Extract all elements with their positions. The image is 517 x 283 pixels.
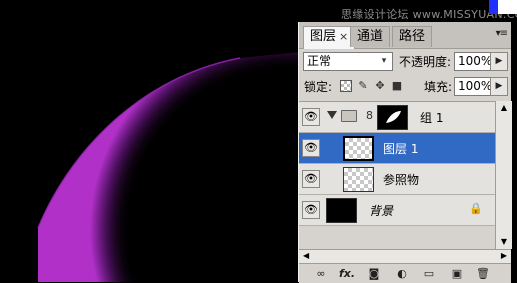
mask-leaf-shape <box>386 111 401 123</box>
opacity-slider-button[interactable]: ▶ <box>490 52 508 71</box>
trash-icon[interactable]: 🗑 <box>475 266 491 281</box>
layers-panel: 图层 × 通道 路径 ▾≡ 正常 ▾ 不透明度: 100% ▶ 锁定: ✎ ✥ ■… <box>298 22 512 283</box>
vertical-scrollbar[interactable]: ▲ ▼ <box>495 101 512 249</box>
horizontal-scrollbar[interactable]: ◀ ▶ <box>299 249 511 264</box>
scroll-down-icon[interactable]: ▼ <box>498 236 510 248</box>
fx-icon[interactable]: fx. <box>339 266 355 281</box>
chain-icon[interactable]: 8 <box>366 109 373 122</box>
layer-row-reference[interactable]: 👁 参照物 <box>299 164 495 195</box>
scroll-left-icon[interactable]: ◀ <box>303 251 309 260</box>
petal-shape <box>38 52 300 282</box>
window-edge-white <box>498 0 517 14</box>
folder-icon <box>341 110 357 122</box>
chevron-down-icon[interactable]: ▾ <box>377 54 391 69</box>
eye-icon[interactable]: 👁 <box>302 108 320 126</box>
scroll-up-icon[interactable]: ▲ <box>498 102 510 114</box>
add-mask-icon[interactable]: ◙ <box>366 266 382 281</box>
new-group-icon[interactable]: ▭ <box>421 266 437 281</box>
layer-row-layer-1[interactable]: 👁 图层 1 <box>299 133 495 164</box>
blend-mode-value: 正常 <box>307 54 332 68</box>
close-icon[interactable]: × <box>339 30 348 43</box>
layer-row-group-1[interactable]: 👁 8 组 1 <box>299 102 495 133</box>
scroll-right-icon[interactable]: ▶ <box>501 251 507 260</box>
mask-thumbnail[interactable] <box>377 105 408 130</box>
lock-icon: 🔒 <box>469 202 483 215</box>
lock-all-icon[interactable]: ■ <box>391 80 403 92</box>
lock-move-icon[interactable]: ✥ <box>374 80 386 92</box>
layer-thumbnail[interactable] <box>343 167 374 192</box>
opacity-input[interactable]: 100% <box>454 52 492 71</box>
eye-icon[interactable]: 👁 <box>302 201 320 219</box>
expand-triangle-icon[interactable] <box>327 111 337 119</box>
layer-name-group: 组 1 <box>420 111 444 125</box>
eye-icon[interactable]: 👁 <box>302 139 320 157</box>
adjustment-layer-icon[interactable]: ◐ <box>394 266 410 281</box>
tab-layers-label: 图层 <box>310 29 337 44</box>
fill-slider-button[interactable]: ▶ <box>490 77 508 96</box>
panel-bottom-toolbar: ∞ fx. ◙ ◐ ▭ ▣ 🗑 <box>299 263 511 283</box>
new-layer-icon[interactable]: ▣ <box>449 266 465 281</box>
layers-list: 👁 8 组 1 👁 图层 1 👁 参照物 👁 背景 🔒 <box>299 101 495 250</box>
tab-layers[interactable]: 图层 × <box>303 26 356 49</box>
blend-opacity-row: 正常 ▾ 不透明度: 100% ▶ <box>299 50 511 74</box>
blend-mode-select[interactable]: 正常 ▾ <box>303 52 393 71</box>
link-layers-icon[interactable]: ∞ <box>313 266 329 281</box>
fill-label: 填充: <box>424 80 453 94</box>
eye-icon[interactable]: 👁 <box>302 170 320 188</box>
lock-fill-row: 锁定: ✎ ✥ ■ 填充: 100% ▶ <box>299 76 511 98</box>
tab-channels[interactable]: 通道 <box>350 26 391 47</box>
layer-name-reference: 参照物 <box>383 173 420 187</box>
tab-paths[interactable]: 路径 <box>392 26 433 47</box>
opacity-label: 不透明度: <box>399 55 452 69</box>
layer-name-layer-1: 图层 1 <box>383 142 419 156</box>
panel-menu-icon[interactable]: ▾≡ <box>496 28 508 39</box>
window-edge-blue <box>489 0 498 14</box>
panel-tabs: 图层 × 通道 路径 ▾≡ <box>299 22 511 49</box>
lock-label: 锁定: <box>304 80 333 94</box>
layer-thumbnail[interactable] <box>343 136 374 161</box>
layer-row-background[interactable]: 👁 背景 🔒 <box>299 195 495 226</box>
fill-input[interactable]: 100% <box>454 77 492 96</box>
lock-transparency-icon[interactable] <box>340 80 352 92</box>
layer-name-background: 背景 <box>369 204 394 218</box>
lock-paint-icon[interactable]: ✎ <box>357 80 369 92</box>
layer-thumbnail[interactable] <box>326 198 357 223</box>
